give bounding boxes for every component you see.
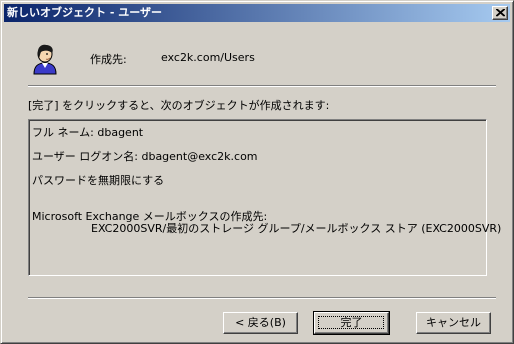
focus-rect bbox=[318, 316, 384, 329]
window-title: 新しいオブジェクト - ユーザー bbox=[7, 6, 163, 19]
new-user-dialog: 新しいオブジェクト - ユーザー 作成先: exc2k.com/Users [完… bbox=[0, 0, 514, 344]
summary-logon-name: ユーザー ログオン名: dbagent@exc2k.com bbox=[32, 150, 258, 163]
user-icon bbox=[33, 44, 57, 75]
back-button[interactable]: < 戻る(B) bbox=[223, 312, 298, 334]
title-bar: 新しいオブジェクト - ユーザー bbox=[4, 4, 510, 22]
summary-password-option: パスワードを無期限にする bbox=[32, 174, 165, 187]
separator-top bbox=[28, 85, 496, 87]
create-in-label: 作成先: bbox=[90, 53, 127, 66]
summary-box: フル ネーム: dbagent ユーザー ログオン名: dbagent@exc2… bbox=[28, 119, 501, 276]
instruction-text: [完了] をクリックすると、次のオブジェクトが作成されます: bbox=[28, 99, 330, 112]
create-in-value: exc2k.com/Users bbox=[161, 51, 255, 64]
finish-button[interactable]: 完了 bbox=[313, 311, 390, 335]
summary-full-name: フル ネーム: dbagent bbox=[32, 126, 144, 139]
summary-mailbox-path: EXC2000SVR/最初のストレージ グループ/メールボックス ストア (EX… bbox=[91, 222, 502, 235]
separator-bottom bbox=[28, 297, 496, 299]
close-button[interactable] bbox=[492, 6, 508, 20]
cancel-button[interactable]: キャンセル bbox=[416, 312, 491, 334]
close-icon bbox=[496, 9, 505, 17]
